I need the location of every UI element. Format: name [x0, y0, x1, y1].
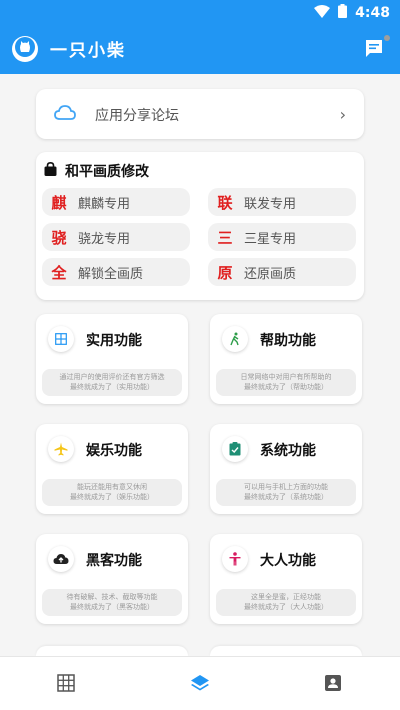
top-app-area: 4:48 一只小柴 [0, 0, 400, 74]
option-snapdragon[interactable]: 骁 骁龙专用 [42, 223, 190, 251]
feature-card-help[interactable]: 帮助功能 日常网络中对用户有所帮助的 最终就成为了（帮助功能） [210, 314, 362, 404]
person-icon [222, 546, 248, 572]
shopping-bag-icon [44, 161, 57, 180]
description-line: 这里全是蜜，正经功能 [251, 593, 321, 601]
option-label: 骁龙专用 [78, 231, 131, 247]
description-line: 最终就成为了（实用功能） [70, 383, 154, 391]
grid-icon [56, 674, 76, 697]
section-header: 和平画质修改 [44, 161, 149, 181]
status-bar: 4:48 [314, 4, 390, 22]
description-line: 最终就成为了（系统功能） [244, 493, 328, 501]
feature-title: 实用功能 [86, 333, 142, 349]
github-icon [15, 37, 35, 61]
feature-description: 可以用与手机上方面的功能 最终就成为了（系统功能） [216, 479, 356, 506]
option-badge: 全 [51, 263, 67, 282]
notification-dot [384, 35, 390, 41]
wifi-icon [314, 4, 331, 22]
feature-card-system[interactable]: 系统功能 可以用与手机上方面的功能 最终就成为了（系统功能） [210, 424, 362, 514]
description-line: 最终就成为了（大人功能） [244, 603, 328, 611]
battery-icon [338, 4, 348, 22]
chevron-right-icon: › [339, 105, 346, 124]
option-unlock-all[interactable]: 全 解锁全画质 [42, 258, 190, 286]
description-line: 能玩还能用有意又休闲 [77, 483, 147, 491]
description-line: 最终就成为了（黑客功能） [70, 603, 154, 611]
plane-icon [48, 436, 74, 462]
feature-card-utility[interactable]: 实用功能 通过用户的使用评价还有官方筛选 最终就成为了（实用功能） [36, 314, 188, 404]
bottom-navigation [0, 656, 400, 710]
feature-title: 娱乐功能 [86, 443, 142, 459]
feature-description: 这里全是蜜，正经功能 最终就成为了（大人功能） [216, 589, 356, 616]
status-time: 4:48 [355, 5, 390, 21]
option-badge: 原 [217, 263, 233, 282]
nav-tab-grid[interactable] [56, 673, 78, 695]
section-title: 和平画质修改 [65, 164, 149, 180]
nav-tab-layers[interactable] [189, 673, 211, 695]
feature-card-entertainment[interactable]: 娱乐功能 能玩还能用有意又休闲 最终就成为了（娱乐功能） [36, 424, 188, 514]
option-label: 麒麟专用 [78, 196, 131, 212]
feature-description: 通过用户的使用评价还有官方筛选 最终就成为了（实用功能） [42, 369, 182, 396]
feature-card-partial[interactable] [36, 646, 188, 656]
grid-icon [48, 326, 74, 352]
option-samsung[interactable]: 三 三星专用 [208, 223, 356, 251]
option-badge: 联 [217, 193, 233, 212]
app-bar: 一只小柴 [0, 30, 400, 70]
message-button[interactable] [364, 35, 390, 62]
feature-title: 系统功能 [260, 443, 316, 459]
forum-label: 应用分享论坛 [95, 108, 179, 124]
description-line: 日常网络中对用户有所帮助的 [240, 373, 332, 381]
nav-tab-contacts[interactable] [323, 673, 345, 695]
clipboard-check-icon [222, 436, 248, 462]
feature-title: 黑客功能 [86, 553, 142, 569]
layers-icon [189, 675, 211, 699]
cloud-icon [54, 104, 76, 126]
forum-card[interactable]: 应用分享论坛 › [36, 89, 364, 139]
feature-card-adult[interactable]: 大人功能 这里全是蜜，正经功能 最终就成为了（大人功能） [210, 534, 362, 624]
cloud-upload-icon [48, 546, 74, 572]
feature-title: 大人功能 [260, 553, 316, 569]
feature-card-partial[interactable] [210, 646, 362, 656]
graphics-mod-card: 和平画质修改 麒 麒麟专用 联 联发专用 骁 骁龙专用 三 三星专用 全 解锁全… [36, 152, 364, 300]
option-badge: 麒 [51, 193, 67, 212]
app-title: 一只小柴 [50, 41, 126, 61]
option-label: 三星专用 [244, 231, 297, 247]
option-label: 还原画质 [244, 266, 297, 282]
option-label: 解锁全画质 [78, 266, 144, 282]
description-line: 可以用与手机上方面的功能 [244, 483, 328, 491]
option-mediatek[interactable]: 联 联发专用 [208, 188, 356, 216]
feature-card-hacker[interactable]: 黑客功能 待有破解、技术、截取等功能 最终就成为了（黑客功能） [36, 534, 188, 624]
feature-title: 帮助功能 [260, 333, 316, 349]
description-line: 最终就成为了（帮助功能） [244, 383, 328, 391]
option-label: 联发专用 [244, 196, 297, 212]
feature-description: 待有破解、技术、截取等功能 最终就成为了（黑客功能） [42, 589, 182, 616]
walk-icon [222, 326, 248, 352]
option-kirin[interactable]: 麒 麒麟专用 [42, 188, 190, 216]
message-icon [364, 40, 384, 62]
feature-description: 能玩还能用有意又休闲 最终就成为了（娱乐功能） [42, 479, 182, 506]
option-restore[interactable]: 原 还原画质 [208, 258, 356, 286]
description-line: 待有破解、技术、截取等功能 [66, 593, 158, 601]
description-line: 最终就成为了（娱乐功能） [70, 493, 154, 501]
option-badge: 骁 [51, 228, 67, 247]
feature-description: 日常网络中对用户有所帮助的 最终就成为了（帮助功能） [216, 369, 356, 396]
option-badge: 三 [217, 228, 233, 247]
contact-icon [323, 675, 343, 697]
avatar[interactable] [12, 36, 38, 62]
description-line: 通过用户的使用评价还有官方筛选 [59, 373, 165, 381]
